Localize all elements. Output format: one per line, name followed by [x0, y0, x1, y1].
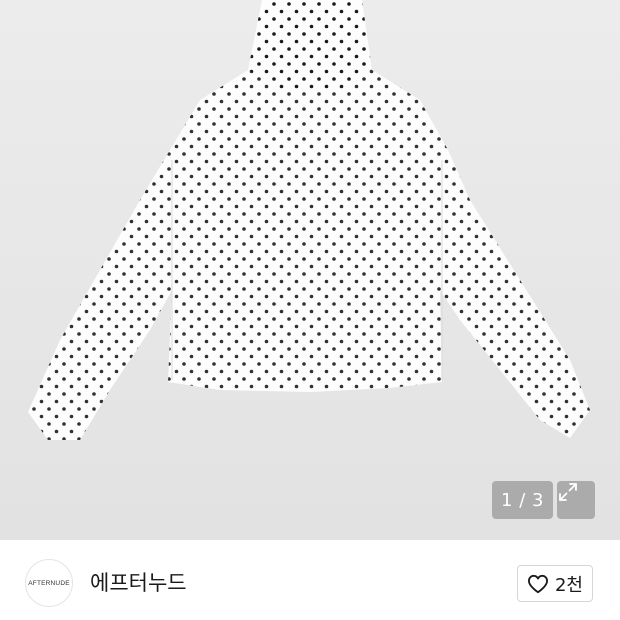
like-count: 2천 [554, 574, 583, 596]
expand-button[interactable] [557, 481, 595, 519]
store-bar: AFTERNUDE 에프터누드 2천 [0, 540, 620, 620]
shirt-shape [28, 0, 590, 440]
store-avatar[interactable]: AFTERNUDE [25, 559, 73, 607]
like-button[interactable]: 2천 [517, 565, 593, 602]
heart-icon [527, 574, 548, 593]
store-name[interactable]: 에프터누드 [90, 570, 187, 596]
product-page: 1 / 3 AFTERNUDE 에프터누드 2천 [0, 0, 620, 620]
garment-illustration [28, 0, 590, 440]
store-logo-text: AFTERNUDE [28, 579, 70, 587]
expand-icon [559, 483, 577, 501]
product-image[interactable]: 1 / 3 [0, 0, 620, 540]
image-pager: 1 / 3 [492, 481, 553, 519]
